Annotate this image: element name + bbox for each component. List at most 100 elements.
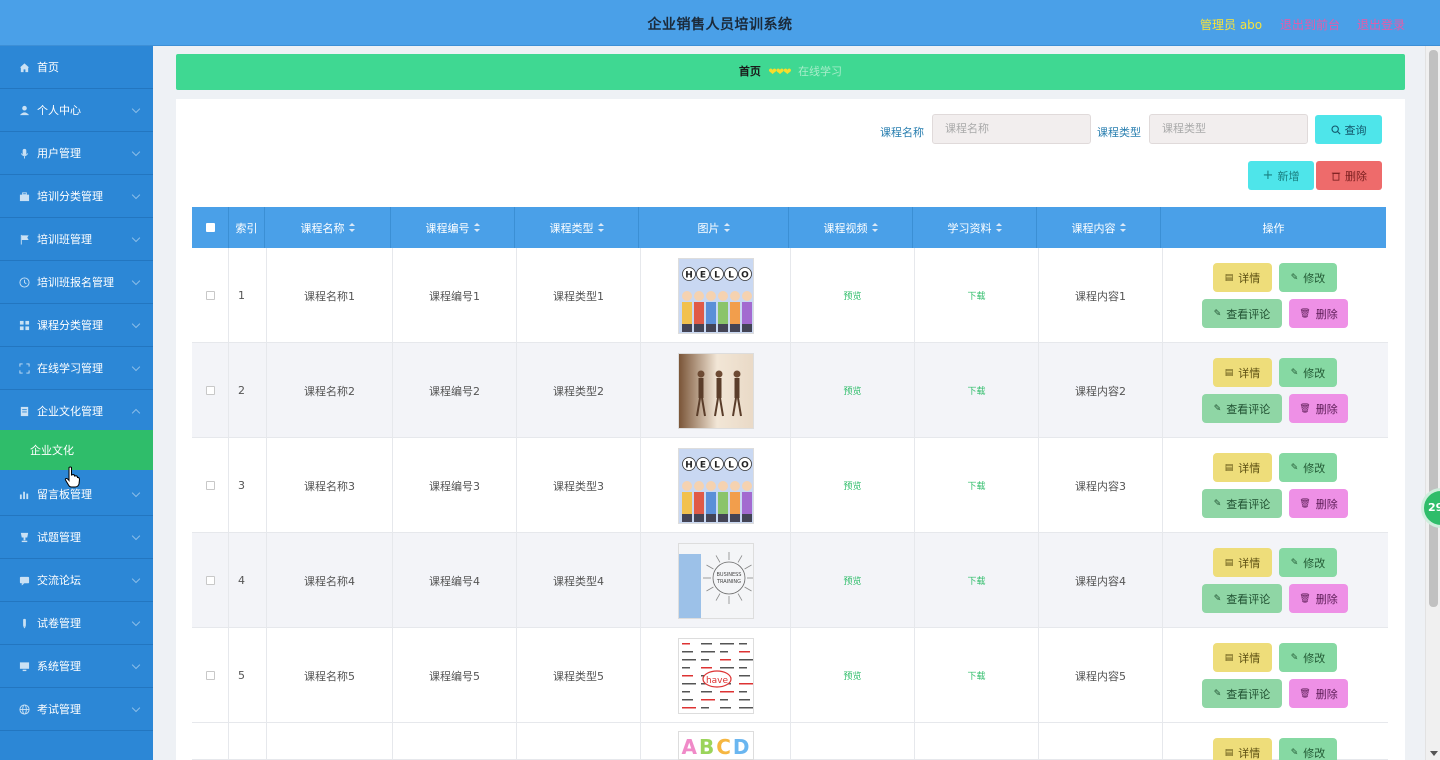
- material-download-link[interactable]: 下载: [967, 384, 985, 397]
- sidebar-item-home[interactable]: 首页: [0, 46, 153, 89]
- sort-icon: [348, 223, 355, 232]
- svg-text:E: E: [699, 460, 705, 470]
- detail-button[interactable]: ▤ 详情: [1213, 738, 1272, 760]
- vertical-scrollbar[interactable]: [1425, 46, 1440, 760]
- course-image: HELLO: [677, 257, 754, 334]
- logout-link[interactable]: 退出登录: [1357, 16, 1405, 33]
- material-download-link[interactable]: 下载: [967, 574, 985, 587]
- detail-button[interactable]: ▤ 详情: [1213, 358, 1272, 387]
- edit-button[interactable]: ✎ 修改: [1279, 643, 1337, 672]
- edit-button[interactable]: ✎ 修改: [1279, 358, 1337, 387]
- th-course-name[interactable]: 课程名称: [265, 207, 391, 248]
- exit-to-front-link[interactable]: 退出到前台: [1280, 16, 1340, 33]
- material-download-link[interactable]: 下载: [967, 289, 985, 302]
- floating-badge[interactable]: 29: [1421, 488, 1440, 528]
- video-preview-link[interactable]: 预览: [843, 384, 861, 397]
- course-name-input[interactable]: 课程名称: [932, 114, 1091, 144]
- sidebar-item-user-management[interactable]: 用户管理: [0, 132, 153, 175]
- th-material[interactable]: 学习资料: [913, 207, 1037, 248]
- table-row: 3 课程名称3 课程编号3 课程类型3 HELLO 预览 下载 课程内容3 ▤ 详…: [192, 438, 1388, 533]
- row-operations: [1163, 438, 1388, 533]
- sidebar-item-personal-center[interactable]: 个人中心: [0, 89, 153, 132]
- view-comments-button[interactable]: ✎ 查看评论: [1202, 679, 1282, 708]
- query-button[interactable]: 查询: [1315, 115, 1382, 144]
- svg-text:L: L: [728, 270, 734, 280]
- view-comments-button[interactable]: ✎ 查看评论: [1202, 299, 1282, 328]
- sidebar-item-training-class[interactable]: 培训班管理: [0, 218, 153, 261]
- sidebar-item-exam-management[interactable]: 考试管理: [0, 688, 153, 731]
- sidebar-item-enrollment[interactable]: 培训班报名管理: [0, 261, 153, 304]
- detail-button[interactable]: ▤ 详情: [1213, 643, 1272, 672]
- delete-button[interactable]: 🗑 删除: [1289, 679, 1348, 708]
- th-video[interactable]: 课程视频: [789, 207, 913, 248]
- doc-icon: ▤: [1224, 652, 1234, 663]
- view-comments-button[interactable]: ✎ 查看评论: [1202, 584, 1282, 613]
- material-download-link[interactable]: 下载: [967, 479, 985, 492]
- course-type-input[interactable]: 课程类型: [1149, 114, 1308, 144]
- delete-button[interactable]: 🗑 删除: [1289, 489, 1348, 518]
- scroll-down-icon[interactable]: [1430, 751, 1438, 756]
- row-checkbox[interactable]: [192, 533, 229, 628]
- th-course-type[interactable]: 课程类型: [515, 207, 639, 248]
- view-comments-button[interactable]: ✎ 查看评论: [1202, 394, 1282, 423]
- row-checkbox[interactable]: [192, 248, 229, 343]
- table-header: 索引 课程名称 课程编号 课程类型 图片 课程视频 学习资料 课程内容 操作: [192, 207, 1386, 248]
- mic-icon: [18, 147, 30, 159]
- sidebar-item-exam-papers[interactable]: 试卷管理: [0, 602, 153, 645]
- chart-icon: [18, 488, 30, 500]
- add-button[interactable]: + 新增: [1248, 161, 1314, 190]
- trash-icon: 🗑: [1299, 403, 1311, 414]
- edit-button[interactable]: ✎ 修改: [1279, 738, 1337, 760]
- sidebar-item-label: 首页: [37, 61, 59, 74]
- row-index: 2: [229, 343, 267, 438]
- edit-button[interactable]: ✎ 修改: [1279, 453, 1337, 482]
- delete-button[interactable]: 🗑 删除: [1289, 299, 1348, 328]
- table-row: 4 课程名称4 课程编号4 课程类型4 BUSINESS TRAINING 预览 …: [192, 533, 1388, 628]
- sidebar-item-training-category[interactable]: 培训分类管理: [0, 175, 153, 218]
- row-operations: [1163, 248, 1388, 343]
- th-content[interactable]: 课程内容: [1037, 207, 1161, 248]
- briefcase-icon: [18, 190, 30, 202]
- chevron-down-icon: [131, 574, 141, 584]
- sidebar-item-forum[interactable]: 交流论坛: [0, 559, 153, 602]
- svg-text:L: L: [714, 460, 720, 470]
- sidebar-item-system[interactable]: 系统管理: [0, 645, 153, 688]
- detail-button[interactable]: ▤ 详情: [1213, 263, 1272, 292]
- doc-icon: ▤: [1224, 462, 1234, 473]
- sidebar-item-label: 用户管理: [37, 147, 81, 160]
- row-checkbox[interactable]: [192, 628, 229, 723]
- sidebar-item-course-category[interactable]: 课程分类管理: [0, 304, 153, 347]
- video-preview-link[interactable]: 预览: [843, 289, 861, 302]
- th-operations: 操作: [1262, 221, 1285, 235]
- delete-button[interactable]: 🗑 删除: [1289, 394, 1348, 423]
- row-checkbox[interactable]: [192, 438, 229, 533]
- edit-button[interactable]: ✎ 修改: [1279, 548, 1337, 577]
- table-row: 2 课程名称2 课程编号2 课程类型2 预览 下载 课程内容2 ▤ 详情 ✎ 修改 …: [192, 343, 1388, 438]
- batch-delete-button[interactable]: 删除: [1316, 161, 1382, 190]
- sidebar-item-questions[interactable]: 试题管理: [0, 516, 153, 559]
- view-comments-button[interactable]: ✎ 查看评论: [1202, 489, 1282, 518]
- sidebar-item-online-learning[interactable]: 在线学习管理: [0, 347, 153, 390]
- sidebar-subitem-culture[interactable]: 企业文化: [0, 430, 153, 470]
- sidebar-item-culture-management[interactable]: 企业文化管理: [0, 390, 153, 433]
- th-course-code[interactable]: 课程编号: [391, 207, 515, 248]
- select-all-checkbox[interactable]: [192, 207, 229, 248]
- sidebar-item-label: 企业文化管理: [37, 405, 103, 418]
- th-image[interactable]: 图片: [639, 207, 789, 248]
- chevron-down-icon: [131, 104, 141, 114]
- video-preview-link[interactable]: 预览: [843, 669, 861, 682]
- delete-button[interactable]: 🗑 删除: [1289, 584, 1348, 613]
- detail-button[interactable]: ▤ 详情: [1213, 453, 1272, 482]
- doc-icon: ▤: [1224, 367, 1234, 378]
- batch-delete-label: 删除: [1345, 169, 1367, 183]
- video-preview-link[interactable]: 预览: [843, 574, 861, 587]
- sidebar-item-label: 培训班报名管理: [37, 276, 114, 289]
- sort-icon: [995, 223, 1002, 232]
- row-checkbox[interactable]: [192, 343, 229, 438]
- video-preview-link[interactable]: 预览: [843, 479, 861, 492]
- breadcrumb-home[interactable]: 首页: [739, 65, 761, 78]
- edit-button[interactable]: ✎ 修改: [1279, 263, 1337, 292]
- detail-button[interactable]: ▤ 详情: [1213, 548, 1272, 577]
- course-image: have: [677, 637, 754, 714]
- material-download-link[interactable]: 下载: [967, 669, 985, 682]
